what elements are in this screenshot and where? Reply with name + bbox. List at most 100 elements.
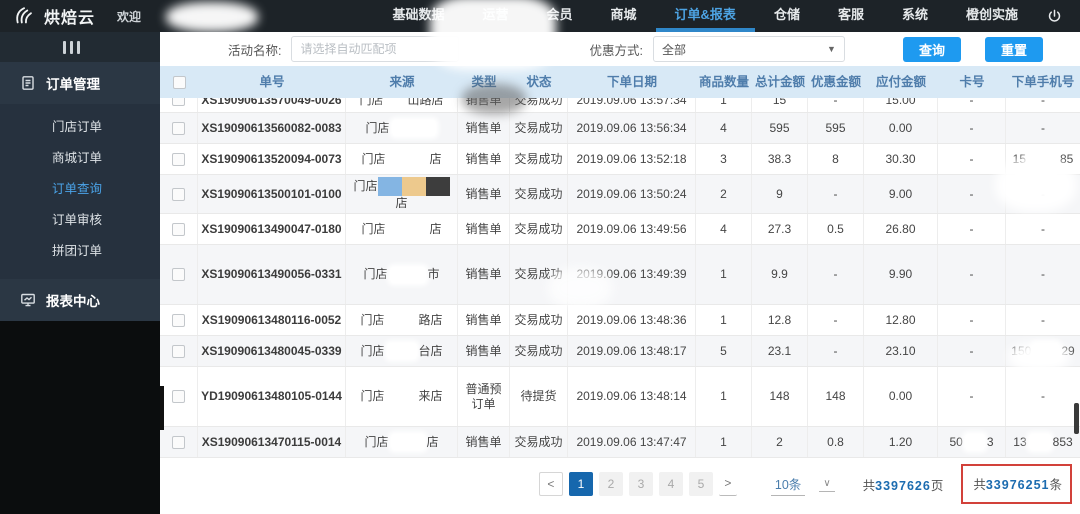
cell-total: 15 (752, 98, 808, 112)
row-checkbox[interactable] (172, 344, 185, 358)
order-table: 单号 来源 类型 状态 下单日期 商品数量 总计金额 优惠金额 应付金额 卡号 下单手机号 XS19… (160, 66, 1080, 458)
cell-type: 销售单 (458, 113, 510, 143)
sidebar-section-report-center[interactable]: 报表中心 (0, 279, 160, 321)
censor-blur (1028, 151, 1058, 167)
cell-qty: 2 (696, 175, 752, 213)
nav-item-2[interactable]: 会员 (528, 0, 592, 32)
cell-date: 2019.09.06 13:57:34 (568, 98, 696, 112)
cell-type: 销售单 (458, 144, 510, 174)
cell-type: 销售单 (458, 245, 510, 304)
pagination-bar: < 12345 > 10条 ∨ 共3397626页 共33976251条 (538, 464, 1072, 504)
nav-item-6[interactable]: 客服 (819, 0, 883, 32)
nav-item-4[interactable]: 订单&报表 (655, 0, 755, 32)
cell-source: 门店市 (346, 245, 458, 304)
cell-discount: - (808, 336, 864, 366)
table-row: YD19090613480105-0144 门店 来店 普通预订单 待提货 2019.09… (160, 367, 1080, 427)
cell-source: 门店店 (346, 427, 458, 457)
vertical-scrollbar-thumb[interactable] (1074, 403, 1079, 434)
page-button-2[interactable]: 2 (598, 472, 623, 496)
row-checkbox[interactable] (172, 98, 185, 106)
cell-discount: - (808, 175, 864, 213)
sidebar-item-4[interactable]: 拼团订单 (0, 236, 160, 267)
row-checkbox[interactable] (172, 435, 185, 449)
cell-order-no: XS19090613570049-0026 (198, 98, 346, 112)
next-page-button[interactable]: > (718, 472, 737, 496)
column-header-5: 商品数量 (699, 74, 750, 89)
cell-total: 23.1 (752, 336, 808, 366)
page-size-select[interactable]: 10条 ∨ (770, 472, 835, 496)
cell-status: 交易成功 (510, 144, 568, 174)
activity-name-input[interactable] (291, 36, 460, 62)
cell-qty: 1 (696, 245, 752, 304)
censor-blur (1033, 343, 1060, 359)
row-checkbox[interactable] (172, 222, 185, 236)
collapse-bar-icon (62, 40, 66, 54)
reset-button[interactable]: 重置 (984, 36, 1043, 62)
page-button-3[interactable]: 3 (628, 472, 653, 496)
sidebar-section-order-management[interactable]: 订单管理 (0, 62, 160, 104)
cell-phone: - (1041, 186, 1045, 201)
table-row: XS19090613570049-0026 门店 山路店 销售单 交易成功 2019.09… (160, 98, 1080, 113)
total-pages-text: 共3397626页 (862, 478, 944, 493)
column-header-2: 类型 (471, 74, 497, 89)
cell-date: 2019.09.06 13:49:56 (568, 214, 696, 244)
column-header-1: 来源 (389, 74, 415, 89)
cell-card: - (938, 245, 1006, 304)
activity-name-label: 活动名称: (228, 43, 282, 58)
cell-source: 门店店 (346, 214, 458, 244)
nav-item-1[interactable]: 运营 (464, 0, 528, 32)
cell-status: 交易成功 (510, 427, 568, 457)
cell-payable: 0.00 (864, 367, 938, 426)
censor-blur (386, 388, 417, 405)
app-screen: 烘焙云 欢迎 基础数据 运营 会员 商城 订单&报表 仓储 客服 系统 橙创实施 订单管理 (0, 0, 1080, 514)
discount-method-select[interactable]: 全部 ▼ (652, 36, 845, 62)
table-row: XS19090613470115-0014 门店店销售单 交易成功 2019.09.0… (160, 427, 1080, 458)
cell-order-no: XS19090613490056-0331 (198, 245, 346, 304)
cell-order-no: XS19090613560082-0083 (198, 113, 346, 143)
cell-date: 2019.09.06 13:49:39 (568, 245, 696, 304)
cell-total: 12.8 (752, 305, 808, 335)
greeting-text: 欢迎 (117, 9, 142, 24)
cell-type: 销售单 (458, 427, 510, 457)
cell-card: - (938, 367, 1006, 426)
sidebar-item-1[interactable]: 商城订单 (0, 143, 160, 174)
page-button-4[interactable]: 4 (658, 472, 683, 496)
cell-phone: - (1041, 120, 1045, 135)
row-checkbox[interactable] (172, 313, 185, 327)
cell-card: - (938, 175, 1006, 213)
sidebar-item-3[interactable]: 订单审核 (0, 205, 160, 236)
cell-phone: - (1041, 389, 1045, 403)
row-checkbox[interactable] (172, 121, 185, 135)
logout-power-icon[interactable] (1047, 9, 1062, 24)
sidebar-item-0[interactable]: 门店订单 (0, 112, 160, 143)
table-row: XS19090613520094-0073 门店店销售单 交易成功 2019.09.0… (160, 144, 1080, 175)
table-row: XS19090613500101-0100 门店店销售单 交易成功 2019.09.0… (160, 175, 1080, 214)
row-checkbox[interactable] (172, 187, 185, 201)
nav-item-7[interactable]: 系统 (883, 0, 947, 32)
page-button-1[interactable]: 1 (568, 472, 593, 496)
nav-item-0[interactable]: 基础数据 (373, 0, 463, 32)
row-checkbox[interactable] (172, 152, 185, 166)
row-checkbox[interactable] (172, 268, 185, 281)
cell-phone: 15 85 (1012, 151, 1074, 167)
brand-logo-icon (14, 5, 36, 27)
filter-bar: 活动名称: 优惠方式: 全部 ▼ 查询 重置 (160, 32, 1080, 66)
column-header-6: 总计金额 (755, 74, 806, 89)
sidebar-item-2[interactable]: 订单查询 (0, 174, 160, 205)
select-all-checkbox[interactable] (172, 75, 186, 89)
cell-total: 2 (752, 427, 808, 457)
nav-item-3[interactable]: 商城 (592, 0, 656, 32)
query-button[interactable]: 查询 (902, 36, 961, 62)
nav-item-5[interactable]: 仓储 (755, 0, 819, 32)
page-button-5[interactable]: 5 (688, 472, 713, 496)
cell-date: 2019.09.06 13:56:34 (568, 113, 696, 143)
sidebar-collapse-toggle[interactable] (0, 32, 160, 62)
row-checkbox[interactable] (172, 390, 185, 403)
table-row: XS19090613560082-0083 门店 销售单 交易成功 2019.09.06… (160, 113, 1080, 144)
nav-item-8[interactable]: 橙创实施 (947, 0, 1037, 32)
page-size-value: 10条 (770, 472, 806, 496)
cell-total: 148 (752, 367, 808, 426)
censor-blur (389, 266, 426, 283)
prev-page-button[interactable]: < (538, 472, 563, 496)
cell-type: 销售单 (458, 175, 510, 213)
